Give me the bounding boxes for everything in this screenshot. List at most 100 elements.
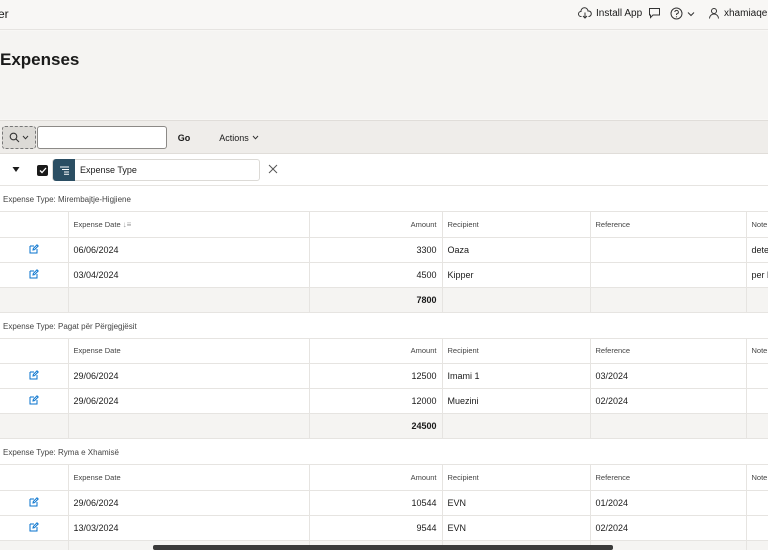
cell-reference: 02/2024 [590, 515, 747, 541]
column-header-notes[interactable]: Note [746, 212, 768, 238]
edit-row-link[interactable] [0, 490, 69, 516]
cell-notes [746, 388, 768, 414]
column-header-reference[interactable]: Reference [590, 212, 747, 238]
cell-recipient: Kipper [442, 262, 591, 288]
cell-recipient: Imami 1 [442, 363, 591, 389]
column-header-recipient[interactable]: Recipient [442, 338, 591, 364]
column-header-amount[interactable]: Amount [309, 465, 443, 491]
cell-notes [746, 490, 768, 516]
table-header-row: Expense Date ↓≡ Amount Recipient Reference No… [0, 212, 768, 238]
sort-descending-icon: ↓≡ [122, 219, 132, 229]
go-button[interactable]: Go [172, 126, 196, 149]
cell-amount: 12000 [309, 388, 443, 414]
collapse-caret-icon[interactable] [12, 166, 20, 173]
column-header-recipient[interactable]: Recipient [442, 465, 591, 491]
edit-icon [29, 395, 39, 405]
edit-icon [29, 243, 39, 253]
cell-amount: 3300 [309, 237, 443, 263]
cell-reference: 02/2024 [590, 388, 747, 414]
cell-expense-date: 29/06/2024 [68, 490, 310, 516]
table-row: 29/06/2024 12000 Muezini 02/2024 [0, 388, 768, 414]
top-header: er Install App xhamiaqen [0, 0, 768, 30]
search-input[interactable] [37, 126, 167, 149]
table-row: 29/06/2024 12500 Imami 1 03/2024 [0, 363, 768, 389]
group-heading: Expense Type: Mirembajtje-Higjiene [0, 186, 768, 212]
edit-column-header [0, 212, 69, 238]
group-total-row: 24500 [0, 413, 768, 439]
column-header-expense-date[interactable]: Expense Date ↓≡ [68, 212, 310, 238]
page-title: Expenses [0, 50, 80, 69]
chat-bubble-icon [649, 8, 660, 19]
cell-notes: dete [746, 237, 768, 263]
search-column-selector[interactable] [2, 126, 36, 149]
cell-expense-date: 03/04/2024 [68, 262, 310, 288]
checkmark-icon [39, 167, 46, 174]
edit-column-header [0, 338, 69, 364]
column-header-notes[interactable]: Note [746, 465, 768, 491]
column-header-label: Expense Date [73, 219, 121, 229]
cell-recipient: EVN [442, 490, 591, 516]
total-spacer [68, 287, 310, 313]
table-header-row: Expense Date Amount Recipient Reference Note [0, 465, 768, 491]
group-heading: Expense Type: Ryma e Xhamisë [0, 439, 768, 465]
edit-row-link[interactable] [0, 237, 69, 263]
column-header-notes[interactable]: Note [746, 338, 768, 364]
total-spacer [746, 540, 768, 550]
column-header-recipient[interactable]: Recipient [442, 212, 591, 238]
cell-notes [746, 515, 768, 541]
install-app-button[interactable]: Install App [578, 7, 642, 19]
column-header-amount[interactable]: Amount [309, 338, 443, 364]
edit-icon [29, 496, 39, 506]
cell-expense-date: 13/03/2024 [68, 515, 310, 541]
column-header-reference[interactable]: Reference [590, 465, 747, 491]
cell-expense-date: 29/06/2024 [68, 363, 310, 389]
decorative-banner [0, 85, 768, 91]
total-spacer [746, 287, 768, 313]
user-menu-button[interactable]: xhamiaqen [708, 7, 768, 19]
report-table: Expense Date Amount Recipient Reference Note… [0, 338, 768, 439]
edit-row-link[interactable] [0, 363, 69, 389]
cell-reference: 01/2024 [590, 490, 747, 516]
column-header-expense-date[interactable]: Expense Date [68, 465, 310, 491]
control-break-icon [53, 159, 75, 181]
total-spacer [442, 413, 591, 439]
cell-expense-date: 06/06/2024 [68, 237, 310, 263]
cell-notes [746, 363, 768, 389]
chevron-down-icon [252, 135, 259, 140]
help-icon [670, 7, 683, 20]
column-header-expense-date[interactable]: Expense Date [68, 338, 310, 364]
actions-menu-button[interactable]: Actions [214, 126, 264, 149]
control-break-bar: Expense Type [0, 154, 768, 186]
total-spacer [68, 413, 310, 439]
total-spacer [0, 540, 69, 550]
edit-icon [29, 370, 39, 380]
control-break-checkbox[interactable] [37, 165, 48, 176]
chevron-down-icon [22, 135, 29, 140]
help-menu-button[interactable] [670, 7, 695, 20]
close-icon[interactable] [268, 164, 278, 174]
total-spacer [746, 413, 768, 439]
cloud-download-icon [578, 7, 592, 19]
cell-amount: 12500 [309, 363, 443, 389]
group-heading: Expense Type: Pagat për Përgjegjësit [0, 312, 768, 339]
column-header-label: Expense Date [73, 472, 121, 482]
edit-row-link[interactable] [0, 262, 69, 288]
edit-row-link[interactable] [0, 388, 69, 414]
total-spacer [0, 287, 69, 313]
total-spacer [442, 287, 591, 313]
table-row: 29/06/2024 10544 EVN 01/2024 [0, 490, 768, 516]
app-name[interactable]: er [0, 7, 9, 21]
cell-reference [590, 237, 747, 263]
report-table: Expense Date ↓≡ Amount Recipient Reference No… [0, 212, 768, 313]
table-row: 13/03/2024 9544 EVN 02/2024 [0, 515, 768, 541]
horizontal-scrollbar[interactable] [153, 545, 613, 550]
edit-row-link[interactable] [0, 515, 69, 541]
cell-amount: 9544 [309, 515, 443, 541]
table-row: 06/06/2024 3300 Oaza dete [0, 237, 768, 263]
control-break-chip[interactable]: Expense Type [52, 159, 260, 181]
column-header-reference[interactable]: Reference [590, 338, 747, 364]
edit-icon [29, 521, 39, 531]
chat-button[interactable] [648, 7, 661, 19]
column-header-amount[interactable]: Amount [309, 212, 443, 238]
column-header-label: Expense Date [73, 346, 121, 356]
